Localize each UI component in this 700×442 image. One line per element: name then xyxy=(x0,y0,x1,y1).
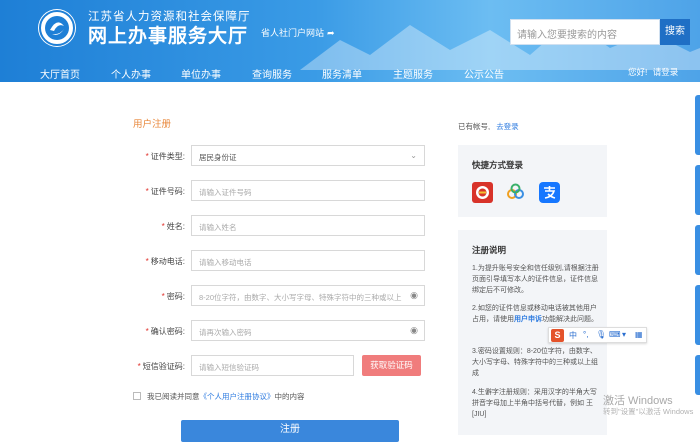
ime-punctuation[interactable]: °, xyxy=(583,330,588,339)
id-number-input[interactable]: 请输入证件号码 xyxy=(191,180,425,201)
id-type-select[interactable]: 居民身份证 ⌄ xyxy=(191,145,425,166)
greeting: 您好! xyxy=(628,67,648,77)
agree-suffix: 中的内容 xyxy=(274,392,305,401)
confirm-password-input[interactable]: 请再次输入密码 ◉ xyxy=(191,320,425,341)
user-appeal-link[interactable]: 用户申诉 xyxy=(514,316,542,323)
sogou-ime-icon[interactable]: S xyxy=(551,329,564,342)
search-button[interactable]: 搜索 xyxy=(660,19,690,45)
quick-login-title: 快捷方式登录 xyxy=(472,160,524,170)
register-button[interactable]: 注册 xyxy=(181,420,399,442)
portal-link[interactable]: 省人社门户网站 ➦ xyxy=(261,26,335,39)
sms-code-input[interactable]: 请输入短信验证码 xyxy=(191,355,354,376)
note-2: 2.如您的证件信息或移动电话被其他用户占用，请使用用户申诉功能解决此问题。 xyxy=(472,305,598,323)
quick-login-card: 快捷方式登录 xyxy=(458,145,607,217)
ime-chinese-mode[interactable]: 中 xyxy=(569,330,577,341)
ime-toolbar[interactable]: S 中 °, 🎙 ⌨ ▾ ▦ xyxy=(548,327,647,343)
note-3: 3.密码设置规则：8-20位字符，由数字、大小写字母、特殊字符中的三种或以上组成 xyxy=(472,348,598,377)
agree-prefix: 我已阅读并同意 xyxy=(147,392,200,401)
note-1: 1.为提升账号安全和信任级别,请根据注册页面引导填写本人的证件信息，证件信息绑定… xyxy=(472,265,599,294)
agreement-row: 我已阅读并同意《个人用户注册协议》中的内容 xyxy=(133,391,305,402)
name-label: * 姓名: xyxy=(161,222,185,231)
required-mark: * xyxy=(137,362,141,371)
eye-icon[interactable]: ◉ xyxy=(410,325,418,336)
portal-link-label[interactable]: 省人社门户网站 xyxy=(261,28,324,38)
mobile-label: * 移动电话: xyxy=(145,257,185,266)
get-sms-code-button[interactable]: 获取验证码 xyxy=(362,355,421,376)
mobile-input[interactable]: 请输入移动电话 xyxy=(191,250,425,271)
nav-item-home[interactable]: 大厅首页 xyxy=(40,66,80,81)
edge-float-tab[interactable] xyxy=(695,165,700,215)
name-input[interactable]: 请输入姓名 xyxy=(191,215,425,236)
alipay-icon[interactable] xyxy=(539,182,560,203)
notes-title: 注册说明 xyxy=(472,245,507,255)
nav-item-query[interactable]: 查询服务 xyxy=(252,66,292,81)
confirm-password-label: * 确认密码: xyxy=(145,327,185,336)
hall-name: 网上办事服务大厅 xyxy=(88,26,249,47)
form-title: 用户注册 xyxy=(133,119,172,130)
go-login-link[interactable]: 去登录 xyxy=(496,122,519,131)
nav-item-personal[interactable]: 个人办事 xyxy=(111,66,151,81)
required-mark: * xyxy=(145,152,149,161)
nav-item-notices[interactable]: 公示公告 xyxy=(464,66,504,81)
search-input[interactable]: 请输入您要搜索的内容 xyxy=(510,19,660,45)
edge-float-tab[interactable] xyxy=(695,95,700,155)
note-4: 4.生僻字注册规则：采用汉字的半角大写拼音字母加上半角中括号代替，例如 王[JI… xyxy=(472,389,597,418)
have-account-row: 已有帐号, 去登录 xyxy=(458,121,519,132)
share-arrow-icon: ➦ xyxy=(327,28,335,38)
link-app-icon[interactable] xyxy=(505,182,526,203)
password-input[interactable]: 8-20位字符，由数字、大小写字母、特殊字符中的三种或以上 ◉ xyxy=(191,285,425,306)
toolbox-icon[interactable]: ▦ xyxy=(635,330,643,339)
nav-item-topics[interactable]: 主题服务 xyxy=(393,66,433,81)
required-mark: * xyxy=(161,222,165,231)
required-mark: * xyxy=(145,257,149,266)
id-number-label: * 证件号码: xyxy=(145,187,185,196)
confirm-password-placeholder: 请再次输入密码 xyxy=(199,328,252,337)
eye-icon[interactable]: ◉ xyxy=(410,290,418,301)
edge-float-tab[interactable] xyxy=(695,225,700,275)
user-area: 您好! 请登录 xyxy=(628,66,678,78)
activate-windows-subtitle: 转到"设置"以激活 Windows xyxy=(603,407,694,416)
main-nav: 大厅首页 个人办事 单位办事 查询服务 服务清单 主题服务 公示公告 您好! 请… xyxy=(0,62,700,82)
password-label: * 密码: xyxy=(161,292,185,301)
sms-code-label: * 短信验证码: xyxy=(137,362,185,371)
login-link[interactable]: 请登录 xyxy=(653,67,679,77)
required-mark: * xyxy=(145,187,149,196)
hrss-logo[interactable] xyxy=(38,9,76,47)
password-placeholder: 8-20位字符，由数字、大小写字母、特殊字符中的三种或以上 xyxy=(199,293,402,302)
edge-float-tab[interactable] xyxy=(695,285,700,345)
nav-item-company[interactable]: 单位办事 xyxy=(181,66,221,81)
chevron-down-icon: ⌄ xyxy=(410,151,417,160)
skin-icon[interactable]: ▾ xyxy=(622,330,626,339)
required-mark: * xyxy=(161,292,165,301)
microphone-icon[interactable]: 🎙 xyxy=(596,330,606,339)
have-account-text: 已有帐号, xyxy=(458,122,491,131)
agreement-link[interactable]: 《个人用户注册协议》 xyxy=(200,392,275,401)
id-type-label: * 证件类型: xyxy=(145,152,185,161)
agree-checkbox[interactable] xyxy=(133,392,141,400)
edge-float-tab[interactable] xyxy=(695,355,700,395)
keyboard-icon[interactable]: ⌨ xyxy=(609,330,621,339)
site-header: 江苏省人力资源和社会保障厅 网上办事服务大厅 省人社门户网站 ➦ 请输入您要搜索的… xyxy=(0,0,700,82)
required-mark: * xyxy=(145,327,149,336)
id-type-value: 居民身份证 xyxy=(199,153,237,162)
jiangsu-gov-app-icon[interactable] xyxy=(472,182,493,203)
nav-item-service-list[interactable]: 服务清单 xyxy=(322,66,362,81)
